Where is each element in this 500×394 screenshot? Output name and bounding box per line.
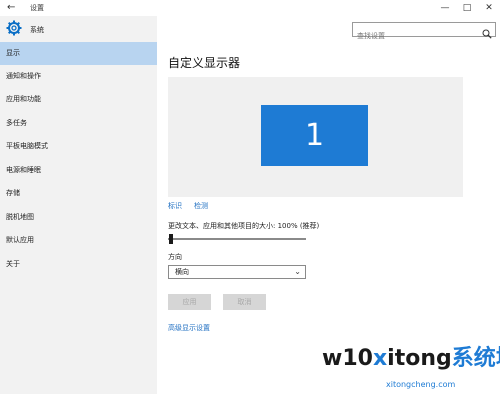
sidebar-item-offline-maps[interactable]: 脱机地图 [0, 206, 157, 229]
sidebar-item-default-apps[interactable]: 默认应用 [0, 229, 157, 252]
cancel-button[interactable]: 取消 [223, 294, 266, 310]
back-arrow-icon[interactable]: ← [7, 2, 15, 13]
search-input[interactable] [353, 29, 477, 43]
close-button[interactable]: ✕ [481, 1, 497, 15]
advanced-display-settings-link[interactable]: 高级显示设置 [168, 323, 210, 333]
maximize-button[interactable]: □ [459, 1, 475, 15]
title-bar: ← 设置 — □ ✕ [0, 0, 500, 16]
sidebar-item-apps[interactable]: 应用和功能 [0, 88, 157, 111]
sidebar-item-about[interactable]: 关于 [0, 253, 157, 276]
window-title: 设置 [30, 4, 44, 12]
slider-thumb[interactable] [169, 234, 173, 244]
sidebar-header-label: 系统 [30, 26, 44, 34]
scale-label: 更改文本、应用和其他项目的大小: 100% (推荐) [168, 222, 320, 230]
sidebar: 系统 显示 通知和操作 应用和功能 多任务 平板电脑模式 电源和睡眠 存储 脱机… [0, 16, 157, 394]
sidebar-header: 系统 [6, 20, 156, 40]
watermark-logo: w10xitong系统城 [322, 346, 500, 371]
apply-button[interactable]: 应用 [168, 294, 211, 310]
page-title: 自定义显示器 [168, 56, 241, 70]
detect-link[interactable]: 检测 [194, 201, 208, 211]
scale-slider[interactable] [168, 234, 306, 244]
orientation-value: 横向 [175, 268, 189, 276]
gear-icon [6, 20, 24, 38]
sidebar-item-multitasking[interactable]: 多任务 [0, 112, 157, 135]
orientation-label: 方向 [168, 253, 182, 261]
minimize-button[interactable]: — [437, 1, 453, 15]
orientation-dropdown[interactable]: 横向 ⌄ [168, 265, 306, 279]
chevron-down-icon: ⌄ [294, 267, 301, 276]
search-box [352, 22, 496, 43]
watermark-url: xitongcheng.com [386, 380, 456, 389]
watermark: w10xitong系统城 xitongcheng.com [322, 340, 500, 394]
monitor-tile[interactable]: 1 [261, 105, 368, 166]
sidebar-item-display[interactable]: 显示 [0, 42, 157, 65]
search-icon[interactable] [482, 24, 492, 39]
slider-track [168, 238, 306, 240]
sidebar-item-tablet-mode[interactable]: 平板电脑模式 [0, 135, 157, 158]
display-arrangement-area: 1 [168, 77, 463, 197]
identify-link[interactable]: 标识 [168, 201, 182, 211]
sidebar-item-storage[interactable]: 存储 [0, 182, 157, 205]
sidebar-item-notifications[interactable]: 通知和操作 [0, 65, 157, 88]
sidebar-item-power-sleep[interactable]: 电源和睡眠 [0, 159, 157, 182]
